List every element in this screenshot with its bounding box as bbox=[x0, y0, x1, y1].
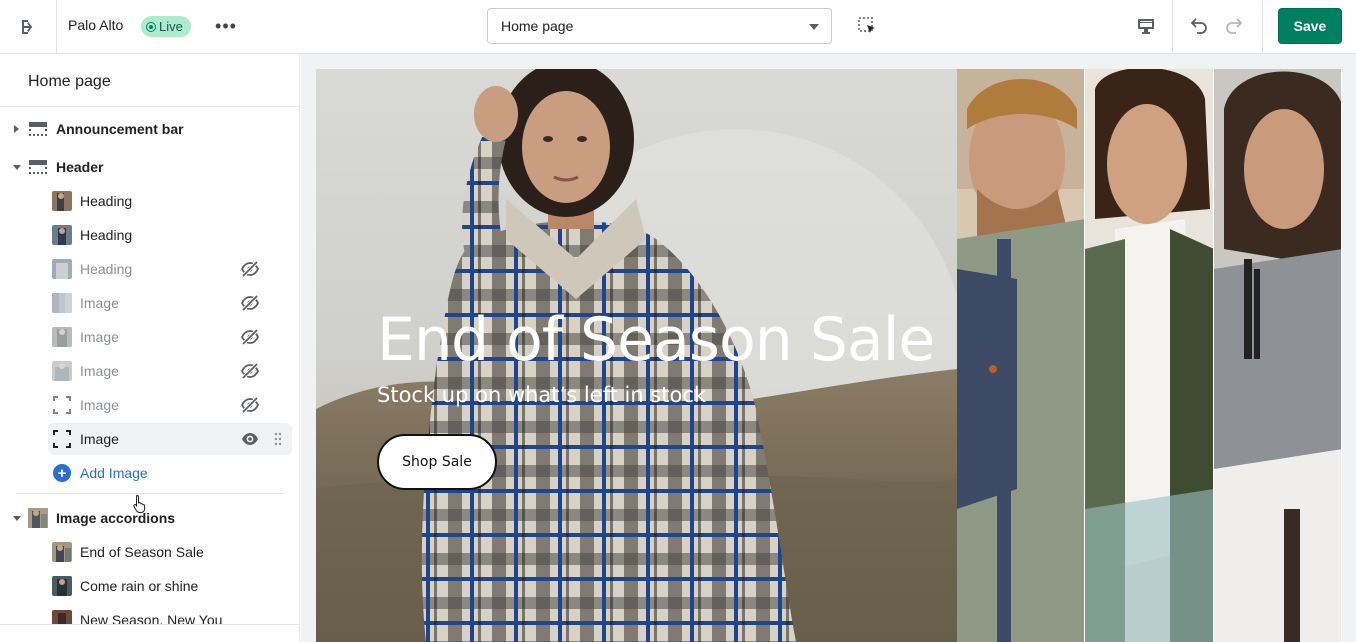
block-label: End of Season Sale bbox=[80, 544, 204, 560]
page-select[interactable]: Home page bbox=[487, 8, 832, 44]
image-thumbnail-icon bbox=[52, 259, 72, 279]
hero-subheading: Stock up on what’s left in stock bbox=[377, 383, 707, 407]
block-label: Image bbox=[80, 397, 119, 413]
hand-pointer-cursor-icon bbox=[133, 494, 146, 513]
chevron-down-icon bbox=[809, 24, 819, 30]
image-thumbnail-icon bbox=[52, 576, 72, 596]
section-label: Image accordions bbox=[56, 510, 176, 526]
image-thumbnail-icon bbox=[52, 293, 72, 313]
image-thumbnail-icon bbox=[52, 327, 72, 347]
drag-handle-icon[interactable] bbox=[273, 432, 283, 446]
status-badge: Live bbox=[141, 16, 191, 37]
status-label: Live bbox=[159, 19, 183, 34]
block-label: Come rain or shine bbox=[80, 578, 199, 594]
eye-slash-icon[interactable] bbox=[240, 361, 260, 381]
section-layout-icon bbox=[29, 122, 47, 136]
section-label: Announcement bar bbox=[56, 121, 184, 137]
block-label: Image bbox=[80, 363, 119, 379]
block-image[interactable]: Image bbox=[48, 423, 292, 455]
block-heading[interactable]: Heading bbox=[0, 219, 299, 251]
chevron-down-icon[interactable] bbox=[13, 164, 21, 170]
block-label: Heading bbox=[80, 227, 133, 243]
man-jacket-photo bbox=[957, 69, 1085, 642]
plus-circle-icon: + bbox=[53, 464, 71, 482]
shop-sale-button[interactable]: Shop Sale bbox=[377, 434, 497, 490]
exit-icon[interactable] bbox=[14, 12, 44, 42]
eye-slash-icon[interactable] bbox=[240, 259, 260, 279]
section-announcement-bar[interactable]: Announcement bar bbox=[0, 113, 299, 145]
redo-icon[interactable] bbox=[1221, 12, 1249, 40]
block-image[interactable]: Image bbox=[0, 355, 299, 387]
woman-jacket-photo bbox=[1085, 69, 1213, 642]
image-thumbnail-icon bbox=[28, 508, 48, 528]
add-image-label: Add Image bbox=[80, 465, 148, 481]
block-label: Image bbox=[80, 431, 119, 447]
top-bar: Palo Alto Live ••• Home page Save bbox=[0, 0, 1356, 54]
sidebar: Home page Announcement bar Header Headin… bbox=[0, 54, 300, 642]
image-thumbnail-icon bbox=[52, 542, 72, 562]
block-heading[interactable]: Heading bbox=[0, 185, 299, 217]
divider bbox=[1262, 0, 1263, 54]
block-image[interactable]: Image bbox=[0, 287, 299, 319]
image-placeholder-icon bbox=[53, 396, 71, 414]
accordion-panels bbox=[957, 69, 1342, 642]
save-button[interactable]: Save bbox=[1278, 8, 1342, 44]
block-label: Heading bbox=[80, 261, 133, 277]
sidebar-footer bbox=[0, 624, 299, 642]
chevron-down-icon[interactable] bbox=[13, 515, 21, 521]
section-label: Header bbox=[56, 159, 104, 175]
page-select-value: Home page bbox=[501, 18, 574, 34]
block-accordion[interactable]: End of Season Sale bbox=[0, 536, 299, 568]
divider bbox=[0, 106, 299, 107]
chevron-right-icon[interactable] bbox=[14, 125, 19, 133]
add-image-button[interactable]: + Add Image bbox=[0, 457, 299, 489]
live-dot-icon bbox=[147, 22, 155, 31]
block-image[interactable]: Image bbox=[0, 321, 299, 353]
divider bbox=[56, 0, 57, 54]
page-title: Home page bbox=[28, 73, 111, 90]
image-placeholder-icon bbox=[53, 430, 71, 448]
desktop-icon[interactable] bbox=[1132, 12, 1160, 40]
block-label: Image bbox=[80, 295, 119, 311]
woman-hoodie-photo bbox=[1213, 69, 1341, 642]
block-accordion[interactable]: Come rain or shine bbox=[0, 570, 299, 602]
image-thumbnail-icon bbox=[52, 191, 72, 211]
undo-icon[interactable] bbox=[1184, 12, 1212, 40]
hero-heading: End of Season Sale bbox=[377, 305, 935, 375]
image-thumbnail-icon bbox=[52, 225, 72, 245]
block-label: Heading bbox=[80, 193, 133, 209]
store-name: Palo Alto bbox=[68, 17, 124, 33]
eye-slash-icon[interactable] bbox=[240, 395, 260, 415]
eye-icon[interactable] bbox=[240, 429, 260, 449]
accordion-panel-image[interactable] bbox=[1085, 69, 1214, 642]
accordion-panel-image[interactable] bbox=[1213, 69, 1342, 642]
section-image-accordions[interactable]: Image accordions bbox=[0, 502, 299, 534]
block-label: Image bbox=[80, 329, 119, 345]
image-thumbnail-icon bbox=[52, 361, 72, 381]
accordion-panel-image[interactable] bbox=[957, 69, 1086, 642]
section-layout-icon bbox=[29, 160, 47, 174]
more-horizontal-icon[interactable]: ••• bbox=[212, 12, 240, 40]
select-inspect-icon[interactable] bbox=[853, 12, 881, 40]
divider bbox=[1172, 0, 1173, 54]
block-image[interactable]: Image bbox=[0, 389, 299, 421]
eye-slash-icon[interactable] bbox=[240, 293, 260, 313]
eye-slash-icon[interactable] bbox=[240, 327, 260, 347]
block-heading[interactable]: Heading bbox=[0, 253, 299, 285]
section-header[interactable]: Header bbox=[0, 151, 299, 183]
divider bbox=[16, 493, 284, 494]
